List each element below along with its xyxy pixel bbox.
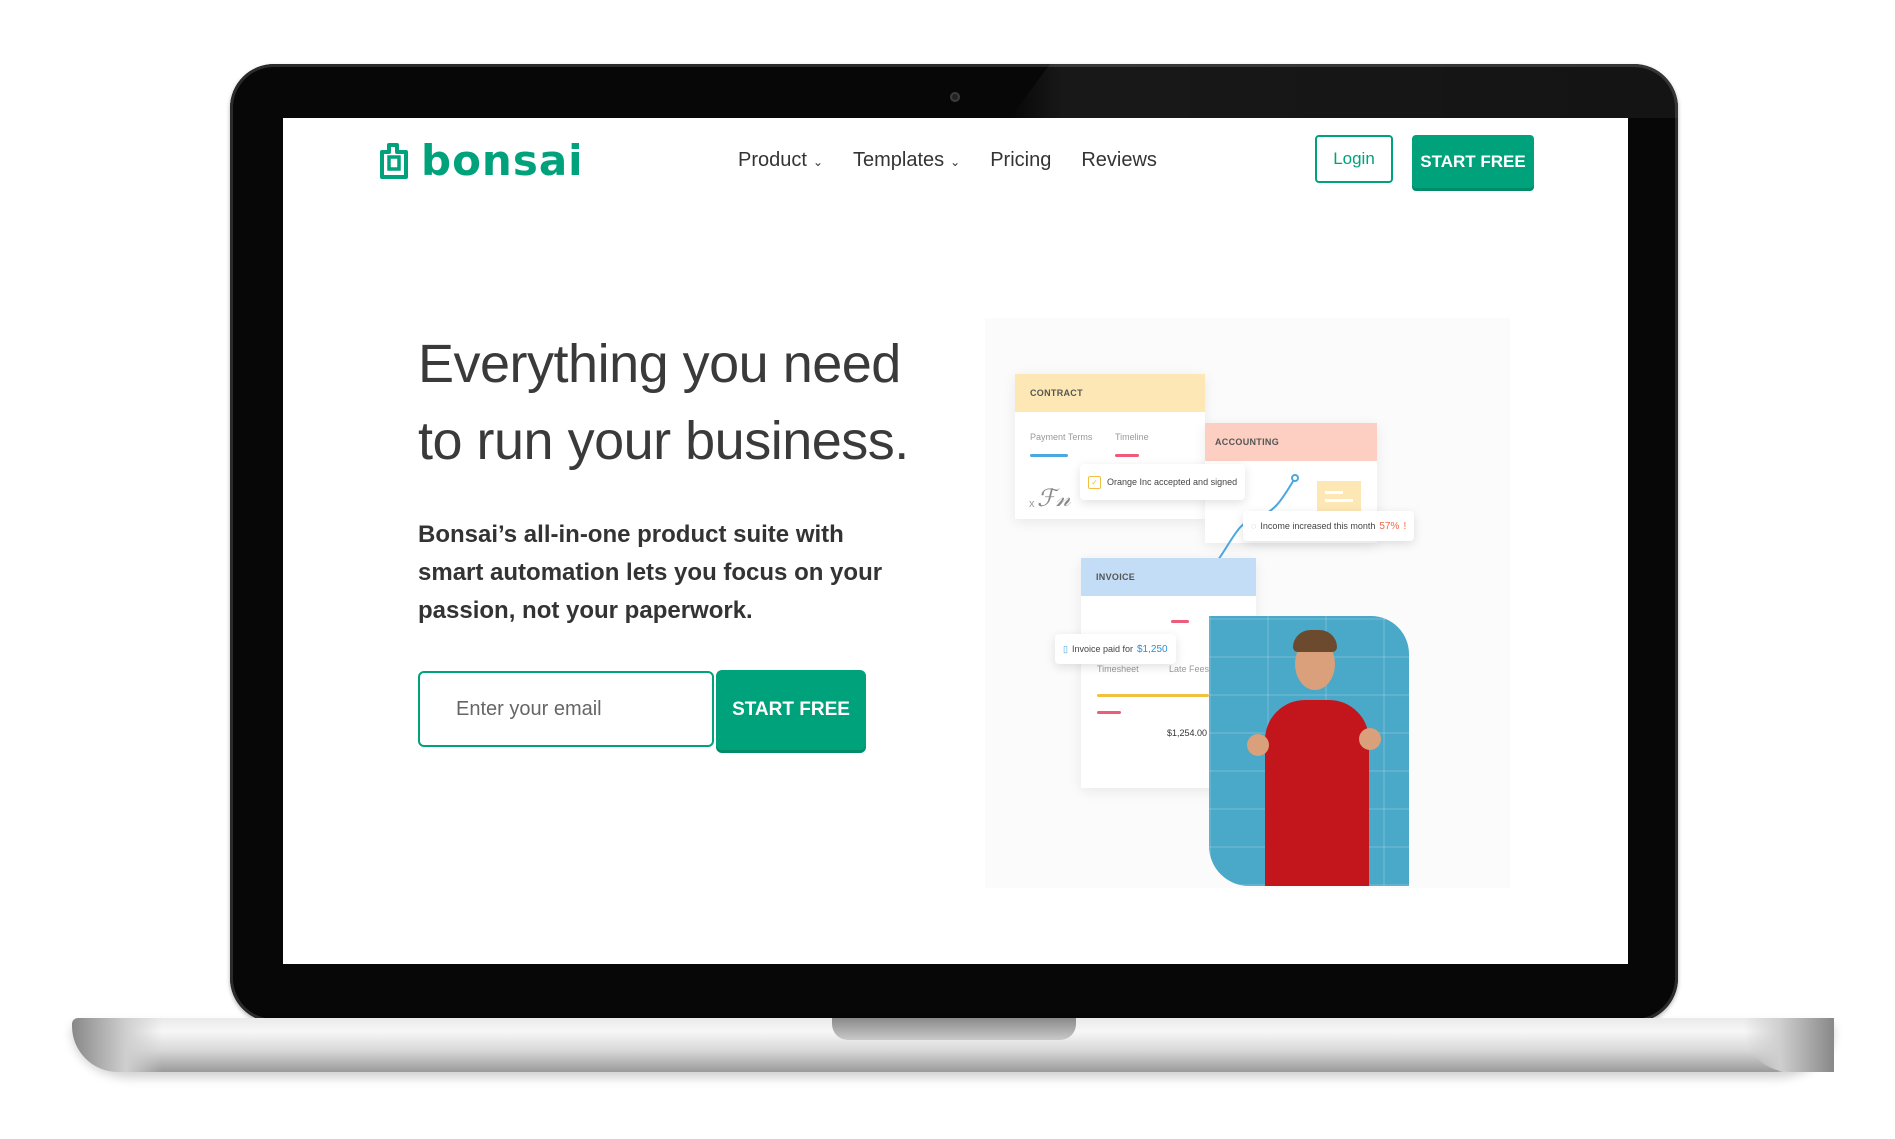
- contract-card-header: CONTRACT: [1015, 374, 1205, 412]
- browser-screen: bonsai Product ⌄ Templates ⌄ Pricing Rev…: [283, 118, 1628, 964]
- invoice-icon: ▯: [1063, 643, 1068, 654]
- nav-item-label: Product: [738, 149, 807, 171]
- bezel-reflection: [1010, 64, 1678, 118]
- income-suffix: !: [1403, 520, 1407, 532]
- brand-logo[interactable]: bonsai: [379, 136, 584, 185]
- hero-subtitle: Bonsai’s all-in-one product suite with s…: [418, 521, 883, 624]
- payment-terms-label: Payment Terms: [1030, 432, 1093, 442]
- nav-item-product[interactable]: Product ⌄: [738, 149, 823, 172]
- late-fees-bar: [1097, 711, 1121, 714]
- income-text: Income increased this month: [1260, 521, 1376, 531]
- check-icon: ✓: [1088, 475, 1101, 489]
- income-value: 57%: [1379, 520, 1400, 532]
- chevron-down-icon: ⌄: [950, 154, 961, 169]
- signature-x: x: [1029, 498, 1035, 510]
- email-input[interactable]: [418, 671, 714, 747]
- invoice-card-header: INVOICE: [1081, 558, 1256, 596]
- invoice-paid-notification: ▯ Invoice paid for $1,250: [1055, 634, 1176, 664]
- laptop-base: [72, 1018, 1834, 1072]
- coin-icon: ◌: [1251, 521, 1257, 531]
- happy-customer-photo: [1209, 616, 1409, 886]
- top-navbar: bonsai Product ⌄ Templates ⌄ Pricing Rev…: [283, 118, 1628, 208]
- main-menu: Product ⌄ Templates ⌄ Pricing Reviews: [738, 149, 1157, 172]
- late-fees-label: Late Fees: [1169, 664, 1210, 674]
- invoice-paid-text: Invoice paid for: [1071, 644, 1133, 654]
- nav-item-label: Templates: [853, 149, 945, 171]
- accounting-note-block: [1317, 481, 1361, 511]
- chevron-down-icon: ⌄: [812, 154, 823, 169]
- contract-signed-text: Orange Inc accepted and signed: [1107, 477, 1238, 487]
- start-free-nav-button[interactable]: START FREE: [1412, 135, 1534, 188]
- nav-item-templates[interactable]: Templates ⌄: [853, 149, 960, 172]
- invoice-bar: [1171, 620, 1189, 623]
- base-edge-right: [1744, 1018, 1834, 1072]
- start-free-hero-button[interactable]: START FREE: [716, 670, 866, 750]
- signature-mark: ℱ𝓃: [1037, 484, 1071, 512]
- nav-item-label: Reviews: [1081, 149, 1157, 171]
- timesheet-label: Timesheet: [1097, 664, 1139, 674]
- invoice-paid-value: $1,250: [1137, 643, 1168, 655]
- base-notch: [832, 1018, 1076, 1040]
- hero-illustration: CONTRACT Payment Terms Timeline x ℱ𝓃 ACC…: [985, 318, 1510, 888]
- invoice-amount: $1,254.00: [1167, 728, 1208, 738]
- income-notification: ◌ Income increased this month 57%!: [1243, 511, 1415, 541]
- accounting-card-header: ACCOUNTING: [1205, 423, 1377, 461]
- payment-terms-bar: [1030, 454, 1068, 457]
- brand-name: bonsai: [421, 136, 584, 185]
- nav-item-label: Pricing: [990, 149, 1052, 171]
- login-button[interactable]: Login: [1315, 135, 1393, 183]
- webcam-icon: [950, 92, 960, 102]
- hero-title: Everything you need to run your business…: [418, 334, 909, 471]
- nav-item-pricing[interactable]: Pricing: [990, 149, 1051, 172]
- timeline-bar: [1115, 454, 1139, 457]
- contract-signed-notification: ✓ Orange Inc accepted and signed: [1080, 464, 1246, 500]
- bonsai-logo-icon: [380, 142, 408, 179]
- timeline-label: Timeline: [1115, 432, 1149, 442]
- timesheet-bar: [1097, 694, 1209, 697]
- nav-item-reviews[interactable]: Reviews: [1081, 149, 1157, 172]
- base-edge-left: [72, 1018, 162, 1072]
